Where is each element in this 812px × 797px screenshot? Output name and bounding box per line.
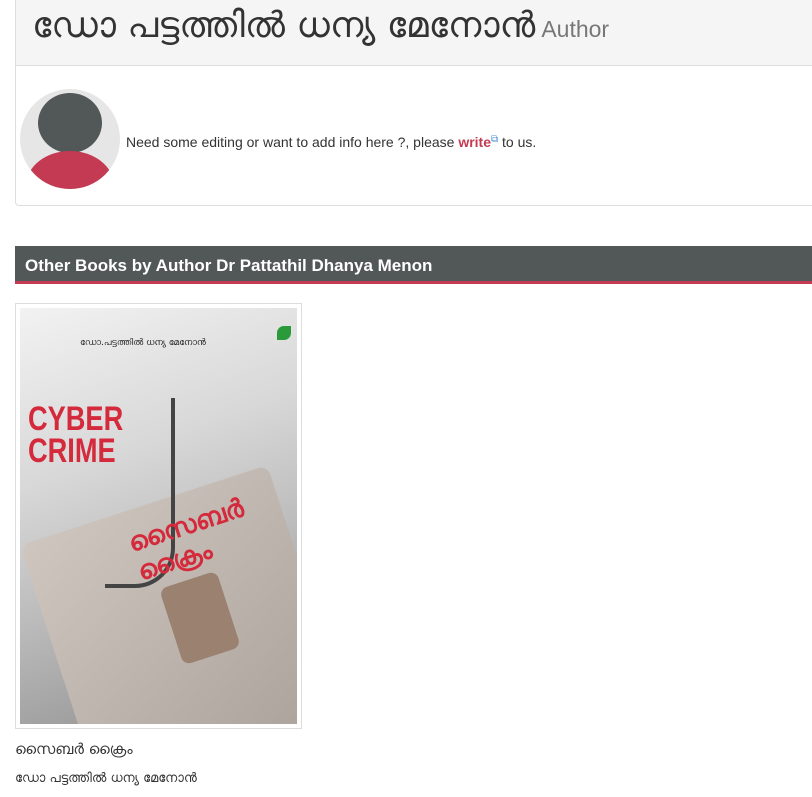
author-header: ഡോ പട്ടത്തിൽ ധന്യ മേനോൻ Author — [16, 0, 812, 66]
author-label: Author — [541, 16, 610, 42]
book-title-link[interactable]: സൈബർ ക്രൈം — [15, 740, 133, 758]
cover-author: ഡോ.പട്ടത്തിൽ ധന്യ മേനോൻ — [80, 338, 206, 348]
section-heading: Other Books by Author Dr Pattathil Dhany… — [15, 246, 812, 284]
note-text-end: to us. — [498, 134, 537, 150]
note-text: Need some editing or want to add info he… — [126, 134, 459, 150]
book-cover-link[interactable]: ഡോ.പട്ടത്തിൽ ധന്യ മേനോൻ CYBER CRIME സൈബർ… — [15, 303, 302, 729]
write-link[interactable]: write — [458, 134, 491, 150]
edit-note: Need some editing or want to add info he… — [126, 134, 536, 150]
book-cover-image: ഡോ.പട്ടത്തിൽ ധന്യ മേനോൻ CYBER CRIME സൈബർ… — [20, 308, 297, 724]
publisher-logo-icon — [277, 326, 291, 340]
avatar-icon — [20, 89, 120, 189]
author-panel: ഡോ പട്ടത്തിൽ ധന്യ മേനോൻ Author — [15, 0, 812, 206]
cover-title-en: CYBER CRIME — [28, 400, 124, 470]
author-name: ഡോ പട്ടത്തിൽ ധന്യ മേനോൻ — [32, 5, 536, 46]
book-author: ഡോ പട്ടത്തിൽ ധന്യ മേനോൻ — [15, 771, 197, 786]
